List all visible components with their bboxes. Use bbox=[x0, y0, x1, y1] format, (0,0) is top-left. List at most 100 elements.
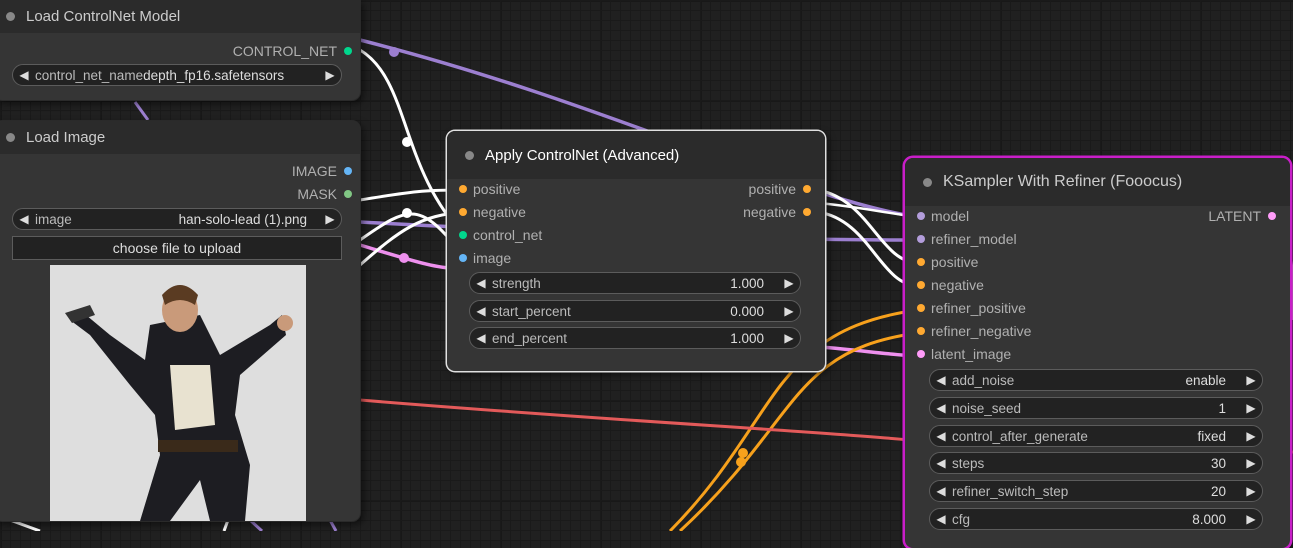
right-arrow-icon[interactable]: ▶ bbox=[778, 304, 800, 318]
left-arrow-icon[interactable]: ◀ bbox=[930, 373, 952, 387]
node-header[interactable]: Load Image bbox=[0, 121, 360, 154]
output-image[interactable]: IMAGE bbox=[292, 161, 352, 181]
input-latent-image[interactable]: latent_image bbox=[917, 344, 1011, 364]
input-image[interactable]: image bbox=[459, 248, 511, 268]
control-net-pin-icon[interactable] bbox=[459, 231, 467, 239]
add-noise-combo[interactable]: ◀ add_noise enable ▶ bbox=[929, 369, 1263, 391]
conditioning-pin-icon[interactable] bbox=[917, 304, 925, 312]
conditioning-pin-icon[interactable] bbox=[803, 208, 811, 216]
node-header[interactable]: KSampler With Refiner (Fooocus) bbox=[905, 158, 1290, 206]
wire-bottom-3[interactable] bbox=[248, 518, 264, 531]
node-title: Load ControlNet Model bbox=[26, 8, 181, 25]
control-net-name-combo[interactable]: ◀ control_net_name depth_fp16.safetensor… bbox=[12, 64, 342, 86]
right-arrow-icon[interactable]: ▶ bbox=[1240, 456, 1262, 470]
noise-seed-number-widget[interactable]: ◀ noise_seed 1 ▶ bbox=[929, 397, 1263, 419]
collapse-dot-icon[interactable] bbox=[6, 133, 15, 142]
conditioning-pin-icon[interactable] bbox=[803, 185, 811, 193]
left-arrow-icon[interactable]: ◀ bbox=[13, 68, 35, 82]
ksampler-refiner-node[interactable]: KSampler With Refiner (Fooocus) model re… bbox=[905, 158, 1290, 548]
conditioning-pin-icon[interactable] bbox=[917, 258, 925, 266]
output-mask[interactable]: MASK bbox=[297, 184, 352, 204]
right-arrow-icon[interactable]: ▶ bbox=[319, 68, 341, 82]
right-arrow-icon[interactable]: ▶ bbox=[778, 276, 800, 290]
widget-name: strength bbox=[492, 275, 541, 291]
wire-latent-to-sampler[interactable] bbox=[819, 345, 919, 358]
right-arrow-icon[interactable]: ▶ bbox=[1240, 429, 1262, 443]
input-refiner-negative[interactable]: refiner_negative bbox=[917, 321, 1031, 341]
left-arrow-icon[interactable]: ◀ bbox=[470, 276, 492, 290]
end-percent-number-widget[interactable]: ◀ end_percent 1.000 ▶ bbox=[469, 327, 801, 349]
wire-latent-image[interactable] bbox=[359, 243, 461, 271]
load-image-node[interactable]: Load Image IMAGE MASK ◀ image han-solo-l… bbox=[0, 121, 360, 521]
left-arrow-icon[interactable]: ◀ bbox=[13, 212, 35, 226]
right-arrow-icon[interactable]: ▶ bbox=[1240, 401, 1262, 415]
cfg-number-widget[interactable]: ◀ cfg 8.000 ▶ bbox=[929, 508, 1263, 530]
wire-positive-out[interactable] bbox=[817, 188, 919, 265]
wire-bottom-1[interactable] bbox=[9, 518, 41, 531]
mask-pin-icon[interactable] bbox=[344, 190, 352, 198]
conditioning-pin-icon[interactable] bbox=[917, 327, 925, 335]
input-refiner-positive[interactable]: refiner_positive bbox=[917, 298, 1026, 318]
latent-pin-icon[interactable] bbox=[1268, 212, 1276, 220]
left-arrow-icon[interactable]: ◀ bbox=[470, 331, 492, 345]
node-header[interactable]: Load ControlNet Model bbox=[0, 0, 360, 33]
right-arrow-icon[interactable]: ▶ bbox=[778, 331, 800, 345]
steps-number-widget[interactable]: ◀ steps 30 ▶ bbox=[929, 452, 1263, 474]
wire-top-1[interactable] bbox=[133, 101, 150, 121]
reroute-dot[interactable] bbox=[399, 253, 409, 263]
right-arrow-icon[interactable]: ▶ bbox=[319, 212, 341, 226]
input-positive[interactable]: positive bbox=[917, 252, 978, 272]
left-arrow-icon[interactable]: ◀ bbox=[930, 456, 952, 470]
model-pin-icon[interactable] bbox=[917, 235, 925, 243]
reroute-dot[interactable] bbox=[736, 457, 746, 467]
apply-controlnet-node[interactable]: Apply ControlNet (Advanced) positive neg… bbox=[447, 131, 825, 371]
widget-name: refiner_switch_step bbox=[952, 483, 1069, 499]
node-header[interactable]: Apply ControlNet (Advanced) bbox=[447, 131, 825, 179]
collapse-dot-icon[interactable] bbox=[465, 150, 474, 160]
reroute-dot[interactable] bbox=[389, 47, 399, 57]
input-model[interactable]: model bbox=[917, 206, 969, 226]
latent-pin-icon[interactable] bbox=[917, 350, 925, 358]
choose-file-button[interactable]: choose file to upload bbox=[12, 236, 342, 260]
wire-bottom-2[interactable] bbox=[222, 519, 230, 531]
left-arrow-icon[interactable]: ◀ bbox=[930, 512, 952, 526]
image-pin-icon[interactable] bbox=[344, 167, 352, 175]
output-positive[interactable]: positive bbox=[749, 179, 811, 199]
output-control-net[interactable]: CONTROL_NET bbox=[233, 41, 352, 61]
image-combo[interactable]: ◀ image han-solo-lead (1).png ▶ bbox=[12, 208, 342, 230]
left-arrow-icon[interactable]: ◀ bbox=[930, 429, 952, 443]
right-arrow-icon[interactable]: ▶ bbox=[1240, 373, 1262, 387]
load-controlnet-node[interactable]: Load ControlNet Model CONTROL_NET ◀ cont… bbox=[0, 0, 360, 100]
input-refiner-model[interactable]: refiner_model bbox=[917, 229, 1017, 249]
conditioning-pin-icon[interactable] bbox=[917, 281, 925, 289]
image-preview-figure bbox=[50, 265, 306, 521]
conditioning-pin-icon[interactable] bbox=[459, 208, 467, 216]
control-after-generate-combo[interactable]: ◀ control_after_generate fixed ▶ bbox=[929, 425, 1263, 447]
input-control-net[interactable]: control_net bbox=[459, 225, 542, 245]
slot-label: LATENT bbox=[1208, 208, 1261, 224]
conditioning-pin-icon[interactable] bbox=[459, 185, 467, 193]
left-arrow-icon[interactable]: ◀ bbox=[470, 304, 492, 318]
right-arrow-icon[interactable]: ▶ bbox=[1240, 484, 1262, 498]
right-arrow-icon[interactable]: ▶ bbox=[1240, 512, 1262, 526]
output-negative[interactable]: negative bbox=[743, 202, 811, 222]
wire-bottom-4[interactable] bbox=[328, 519, 338, 531]
left-arrow-icon[interactable]: ◀ bbox=[930, 401, 952, 415]
reroute-dot[interactable] bbox=[402, 137, 412, 147]
output-latent[interactable]: LATENT bbox=[1208, 206, 1276, 226]
image-pin-icon[interactable] bbox=[459, 254, 467, 262]
start-percent-number-widget[interactable]: ◀ start_percent 0.000 ▶ bbox=[469, 300, 801, 322]
refiner-switch-step-number-widget[interactable]: ◀ refiner_switch_step 20 ▶ bbox=[929, 480, 1263, 502]
input-positive[interactable]: positive bbox=[459, 179, 520, 199]
strength-number-widget[interactable]: ◀ strength 1.000 ▶ bbox=[469, 272, 801, 294]
collapse-dot-icon[interactable] bbox=[923, 177, 932, 187]
model-pin-icon[interactable] bbox=[917, 212, 925, 220]
reroute-dot[interactable] bbox=[402, 208, 412, 218]
input-negative[interactable]: negative bbox=[459, 202, 526, 222]
reroute-dot[interactable] bbox=[738, 448, 748, 458]
input-negative[interactable]: negative bbox=[917, 275, 984, 295]
wire-red[interactable] bbox=[359, 398, 911, 442]
left-arrow-icon[interactable]: ◀ bbox=[930, 484, 952, 498]
collapse-dot-icon[interactable] bbox=[6, 12, 15, 21]
control-net-pin-icon[interactable] bbox=[344, 47, 352, 55]
